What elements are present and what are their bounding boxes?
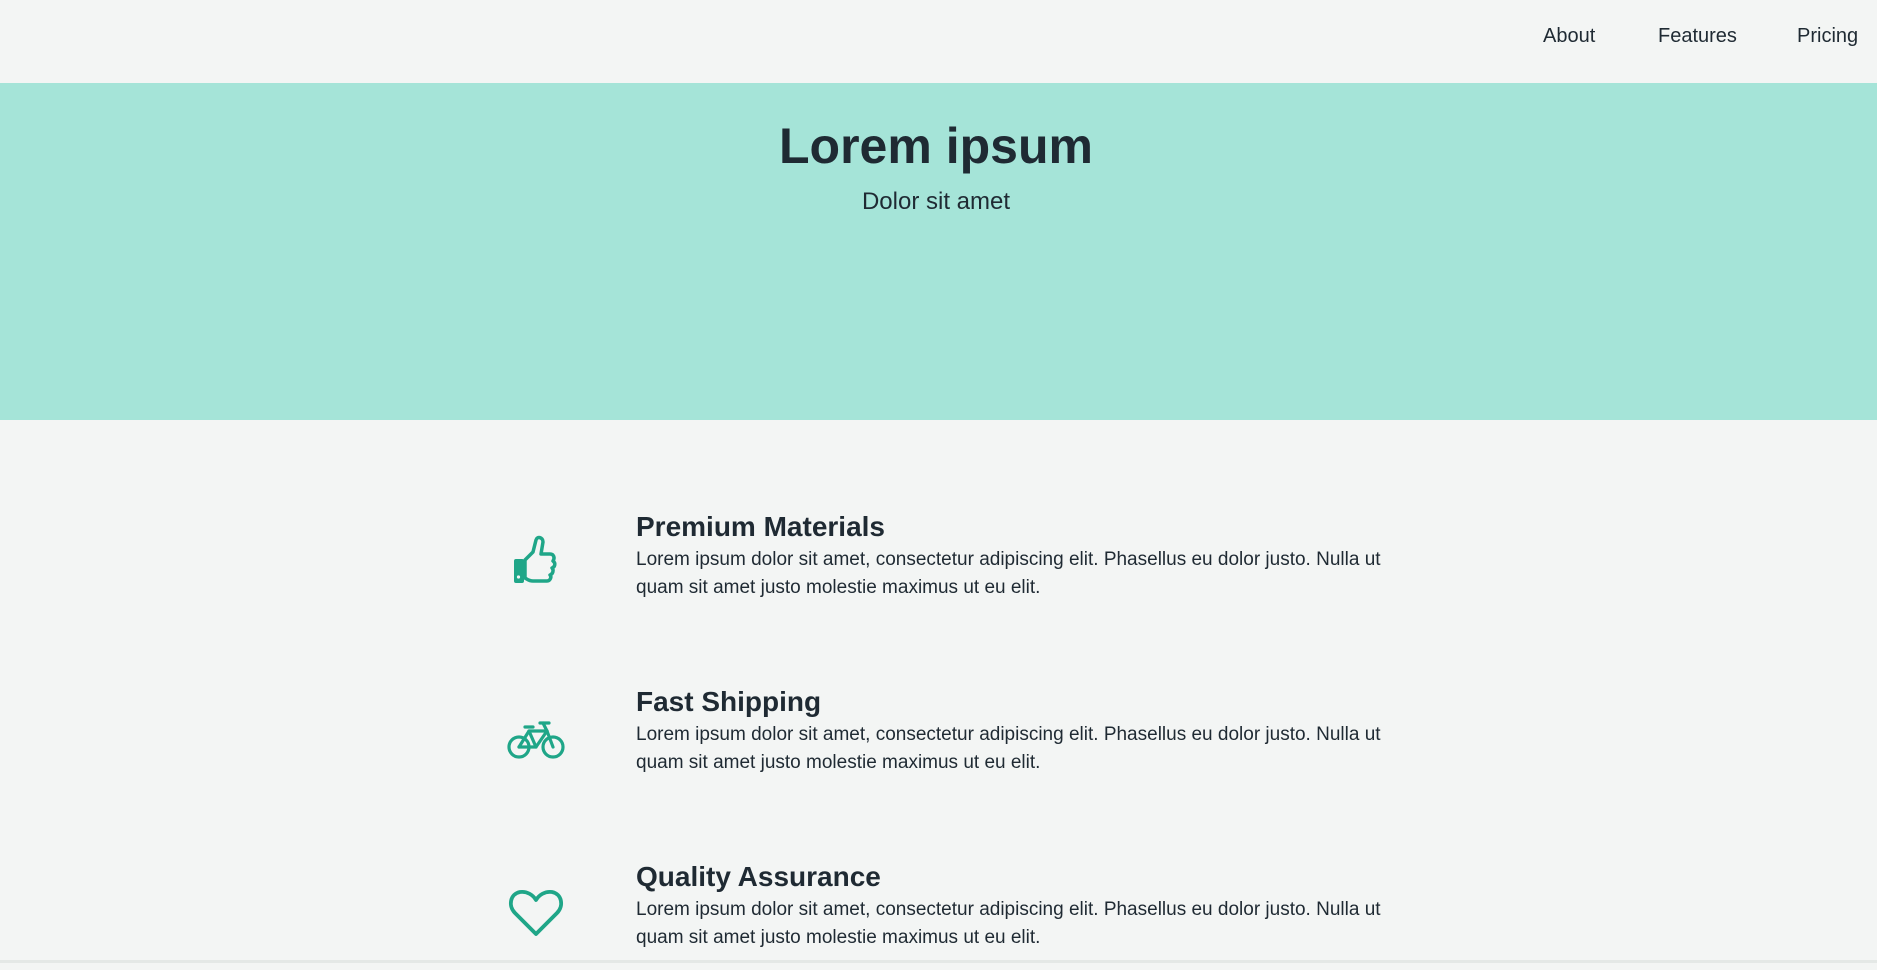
feature-quality-assurance: Quality Assurance Lorem ipsum dolor sit … — [0, 860, 1877, 970]
feature-description: Lorem ipsum dolor sit amet, consectetur … — [636, 899, 1381, 948]
hero-subtitle: Dolor sit amet — [861, 188, 1011, 215]
feature-premium-materials: Premium Materials Lorem ipsum dolor sit … — [0, 510, 1877, 620]
feature-title: Quality Assurance — [636, 861, 881, 892]
bicycle-icon — [503, 705, 569, 771]
top-navbar: About Features Pricing — [0, 0, 1877, 83]
nav-link-about[interactable]: About — [1543, 24, 1595, 48]
nav-link-pricing[interactable]: Pricing — [1797, 24, 1858, 48]
hero-title: Lorem ipsum — [779, 118, 1093, 174]
feature-title: Premium Materials — [636, 511, 885, 542]
feature-description: Lorem ipsum dolor sit amet, consectetur … — [636, 549, 1381, 598]
thumbs-up-icon — [503, 530, 569, 596]
hero-banner: Lorem ipsum Dolor sit amet — [0, 83, 1877, 420]
heart-icon — [503, 880, 569, 946]
feature-description: Lorem ipsum dolor sit amet, consectetur … — [636, 724, 1381, 773]
nav-link-features[interactable]: Features — [1658, 24, 1737, 48]
feature-fast-shipping: Fast Shipping Lorem ipsum dolor sit amet… — [0, 685, 1877, 795]
feature-title: Fast Shipping — [636, 686, 822, 717]
